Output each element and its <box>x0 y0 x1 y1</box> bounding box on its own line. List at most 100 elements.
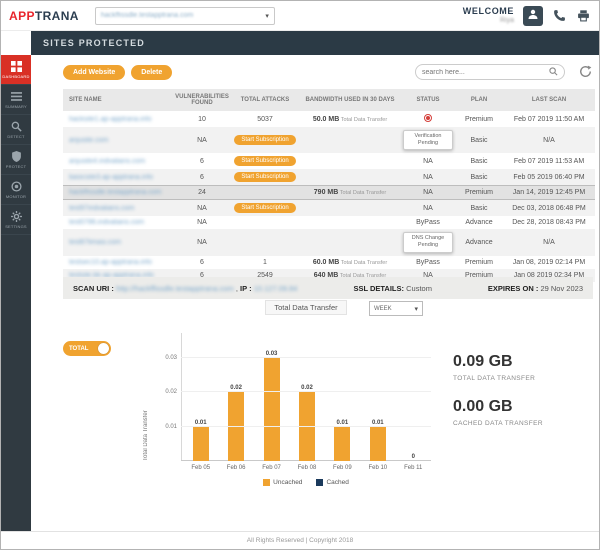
y-tick-label: 0.01 <box>165 423 177 430</box>
site-name-cell: basicsite3.ap-apptrana.info <box>63 169 173 186</box>
start-subscription-button[interactable]: Start Subscription <box>234 135 296 146</box>
table-row[interactable]: hacksite1.ap-apptrana.info 10 5037 50.0 MB … <box>63 111 595 127</box>
domain-select[interactable]: hackffissdle.testapptrana.com ▾ <box>94 6 275 25</box>
printer-icon[interactable] <box>576 8 591 23</box>
column-header: STATUS <box>401 89 455 111</box>
start-subscription-button[interactable]: Start Subscription <box>234 203 296 214</box>
x-tick-label: Feb 06 <box>226 465 246 471</box>
x-tick-label: Feb 11 <box>404 465 423 471</box>
site-name-cell: test87limasi.com <box>63 229 173 255</box>
gridline <box>181 391 431 393</box>
detect-icon <box>11 121 22 132</box>
sidebar-item-monitor[interactable]: MONITOR <box>1 175 31 205</box>
domain-select-value: hackffissdle.testapptrana.com <box>100 12 194 19</box>
site-name-link[interactable]: anjusite.com <box>69 137 108 144</box>
plan-cell: Premium <box>464 258 493 266</box>
chevron-down-icon: ▾ <box>414 305 418 313</box>
table-row[interactable]: test87limasi.com NA DNS Change Pending Adva… <box>63 229 595 256</box>
phone-icon[interactable] <box>552 8 567 23</box>
legend-item: Cached <box>316 479 349 486</box>
table-row[interactable]: test97indvalians.com NA Start Subscription… <box>63 199 595 217</box>
plan-cell: Premium <box>464 115 493 123</box>
attacks-cell <box>231 229 299 255</box>
plan-cell: Basic <box>470 204 488 212</box>
person-icon <box>527 8 539 23</box>
chart-bar-group: 0 Feb 11 <box>398 454 428 475</box>
search-input[interactable] <box>422 68 549 76</box>
status-cell: NA <box>423 173 433 181</box>
sidebar-item-settings[interactable]: SETTINGS <box>1 205 31 235</box>
site-name-link[interactable]: test0786.indvalians.com <box>69 219 144 226</box>
total-data-label: TOTAL DATA TRANSFER <box>453 375 536 382</box>
sidebar: DASHBOARD SUMMARY DETECT PROTECT MONITOR SETT… <box>1 55 31 531</box>
plan-cell: Premium <box>464 189 493 197</box>
user-button[interactable] <box>523 5 543 26</box>
table-row[interactable]: test0786.indvalians.com NA ByPass Advance De… <box>63 216 595 229</box>
status-callout: DNS Change Pending <box>403 232 453 253</box>
table-row[interactable]: basicsite3.ap-apptrana.info 6 Start Subscr… <box>63 169 595 186</box>
chart-title-text: Total Data Transfer <box>265 300 347 315</box>
sidebar-item-detect[interactable]: DETECT <box>1 115 31 145</box>
start-subscription-button[interactable]: Start Subscription <box>234 156 296 167</box>
plan-cell: Basic <box>470 136 488 144</box>
cached-data-value: 0.00 GB <box>453 398 513 415</box>
site-name-link[interactable]: test87limasi.com <box>69 239 121 246</box>
total-data-value: 0.09 GB <box>453 353 513 370</box>
vulnerabilities-cell: 6 <box>200 258 204 266</box>
site-name-link[interactable]: anjusite4.indvalians.com <box>69 158 145 165</box>
period-select[interactable]: WEEK ▾ <box>369 301 423 316</box>
plan-cell: Advance <box>465 219 493 227</box>
chart-plot: 0.01 Feb 05 0.02 Feb 06 0.03 Feb 07 0.02 Feb 08… <box>165 329 431 475</box>
period-select-value: WEEK <box>374 305 392 312</box>
status-cell: NA <box>423 204 433 212</box>
total-toggle[interactable]: TOTAL <box>63 341 111 356</box>
chart-legend: Uncached Cached <box>181 479 431 486</box>
attacks-cell: 5037 <box>257 115 273 123</box>
bandwidth-cell: 790 MB Total Data Transfer <box>299 186 401 200</box>
status-callout: Verification Pending <box>403 130 453 151</box>
site-name-cell: test97indvalians.com <box>63 200 173 217</box>
site-name-link[interactable]: test97indvalians.com <box>69 205 134 212</box>
delete-button[interactable]: Delete <box>131 64 173 80</box>
sidebar-item-summary[interactable]: SUMMARY <box>1 85 31 115</box>
add-website-button[interactable]: Add Website <box>63 64 126 80</box>
table-row[interactable]: anjusite.com NA Start Subscription Verifica… <box>63 127 595 154</box>
settings-icon <box>10 210 22 222</box>
column-header: VULNERABILITIES FOUND <box>173 89 231 111</box>
bandwidth-cell <box>299 229 401 255</box>
bar <box>369 427 386 461</box>
table-row[interactable]: hackffissdle.testapptrana.com 24 790 MB To… <box>63 185 595 200</box>
header-right: WELCOME Riya <box>463 5 591 26</box>
bandwidth-cell <box>299 153 401 169</box>
sidebar-item-dashboard[interactable]: DASHBOARD <box>1 55 31 85</box>
site-name-link[interactable]: testsec10.ap-apptrana.info <box>69 259 152 266</box>
vulnerabilities-cell: NA <box>197 219 207 227</box>
plan-cell: Advance <box>465 238 493 246</box>
stats-panel: 0.09 GB TOTAL DATA TRANSFER 0.00 GB CACH… <box>453 353 593 443</box>
last-scan-cell: Dec 28, 2018 08:43 PM <box>512 219 586 227</box>
cached-data-label: CACHED DATA TRANSFER <box>453 420 543 427</box>
refresh-icon[interactable] <box>579 65 593 79</box>
site-name-link[interactable]: hackffissdle.testapptrana.com <box>69 189 161 196</box>
last-scan-cell: N/A <box>543 136 555 144</box>
site-name-link[interactable]: basicsite3.ap-apptrana.info <box>69 174 153 181</box>
table-row[interactable]: anjusite4.indvalians.com 6 Start Subscript… <box>63 153 595 169</box>
logo-app-text: APP <box>9 8 35 23</box>
last-scan-cell: Feb 07 2019 11:50 AM <box>513 115 585 123</box>
sidebar-item-protect[interactable]: PROTECT <box>1 145 31 175</box>
gridline <box>181 425 431 427</box>
start-subscription-button[interactable]: Start Subscription <box>234 172 296 183</box>
column-header: LAST SCAN <box>503 89 595 111</box>
search-icon[interactable] <box>549 63 558 81</box>
last-scan-cell: Dec 03, 2018 06:48 PM <box>512 204 586 212</box>
y-axis-line <box>181 333 182 461</box>
chart-bar-group: 0.01 Feb 10 <box>363 420 393 475</box>
last-scan-cell: Jan 08, 2019 02:14 PM <box>512 258 586 266</box>
expires-value: 29 Nov 2023 <box>540 283 583 293</box>
scan-uri-label: SCAN URI : <box>73 283 114 293</box>
site-name-link[interactable]: hacksite1.ap-apptrana.info <box>69 116 152 123</box>
y-tick-label: 0.02 <box>165 389 177 396</box>
table-row[interactable]: testsec10.ap-apptrana.info 6 1 60.0 MB Tota… <box>63 256 595 269</box>
vulnerabilities-cell: 6 <box>200 173 204 181</box>
status-cell: Verification Pending <box>401 127 455 153</box>
